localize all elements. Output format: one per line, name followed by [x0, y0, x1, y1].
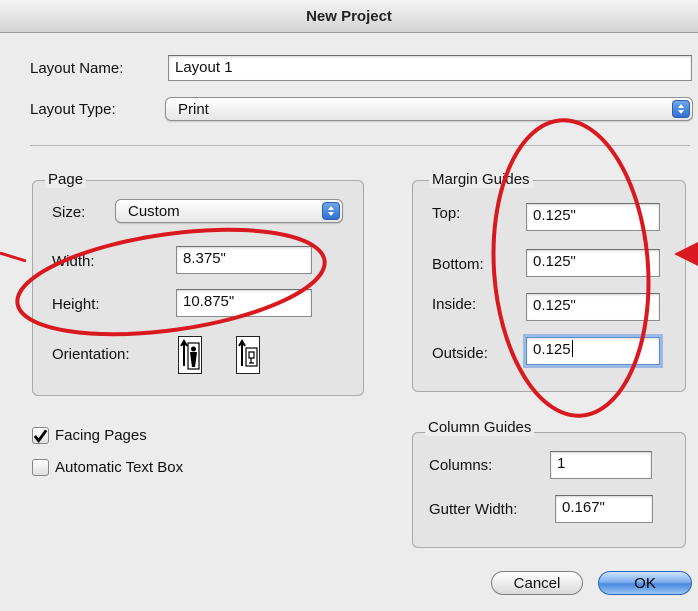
popup-arrows-icon	[672, 100, 690, 118]
annotation-arrow-line	[0, 251, 27, 263]
cancel-button[interactable]: Cancel	[491, 571, 583, 595]
margin-bottom-input[interactable]: 0.125"	[526, 249, 660, 277]
columns-value: 1	[557, 455, 566, 472]
column-guides-title: Column Guides	[425, 419, 535, 436]
orientation-label: Orientation:	[52, 346, 130, 363]
layout-name-label: Layout Name:	[30, 60, 124, 77]
columns-input[interactable]: 1	[550, 451, 652, 479]
popup-arrows-icon	[322, 202, 340, 220]
height-label: Height:	[52, 296, 100, 313]
margin-bottom-value: 0.125"	[533, 253, 576, 270]
window-title: New Project	[306, 8, 392, 25]
margin-top-value: 0.125"	[533, 207, 576, 224]
margin-inside-label: Inside:	[432, 296, 477, 313]
margin-outside-label: Outside:	[432, 345, 488, 362]
margin-guides-title: Margin Guides	[429, 171, 533, 188]
landscape-orientation-button[interactable]	[236, 336, 260, 374]
facing-pages-label: Facing Pages	[55, 427, 147, 444]
divider	[30, 145, 690, 146]
width-input[interactable]: 8.375"	[176, 246, 312, 274]
gutter-width-label: Gutter Width:	[429, 501, 518, 518]
width-value: 8.375"	[183, 250, 226, 267]
margin-inside-value: 0.125"	[533, 297, 576, 314]
page-group-title: Page	[45, 171, 87, 188]
size-label: Size:	[52, 204, 86, 221]
width-label: Width:	[52, 253, 95, 270]
checkmark-icon	[33, 429, 48, 443]
facing-pages-checkbox[interactable]	[32, 427, 49, 444]
height-value: 10.875"	[183, 293, 235, 310]
column-guides-group	[412, 432, 686, 548]
margin-outside-input[interactable]: 0.125	[526, 337, 660, 365]
automatic-text-box-label: Automatic Text Box	[55, 459, 184, 476]
layout-type-value: Print	[178, 101, 209, 118]
size-value: Custom	[128, 203, 180, 220]
height-input[interactable]: 10.875"	[176, 289, 312, 317]
layout-type-label: Layout Type:	[30, 101, 116, 118]
portrait-orientation-button[interactable]	[178, 336, 202, 374]
margin-top-label: Top:	[432, 205, 461, 222]
margin-bottom-label: Bottom:	[432, 256, 484, 273]
columns-label: Columns:	[429, 457, 493, 474]
portrait-icon	[180, 339, 200, 370]
ok-button[interactable]: OK	[598, 571, 692, 595]
automatic-text-box-checkbox[interactable]	[32, 459, 49, 476]
size-popup[interactable]: Custom	[115, 199, 343, 223]
landscape-icon	[238, 339, 258, 367]
layout-type-popup[interactable]: Print	[165, 97, 693, 121]
layout-name-input[interactable]: Layout 1	[168, 55, 692, 81]
margin-inside-input[interactable]: 0.125"	[526, 293, 660, 321]
title-bar: New Project	[0, 0, 698, 33]
margin-top-input[interactable]: 0.125"	[526, 203, 660, 231]
gutter-width-value: 0.167"	[562, 499, 605, 516]
margin-outside-value: 0.125	[533, 341, 571, 358]
text-caret	[571, 340, 573, 357]
layout-name-value: Layout 1	[175, 59, 233, 76]
gutter-width-input[interactable]: 0.167"	[555, 495, 653, 523]
